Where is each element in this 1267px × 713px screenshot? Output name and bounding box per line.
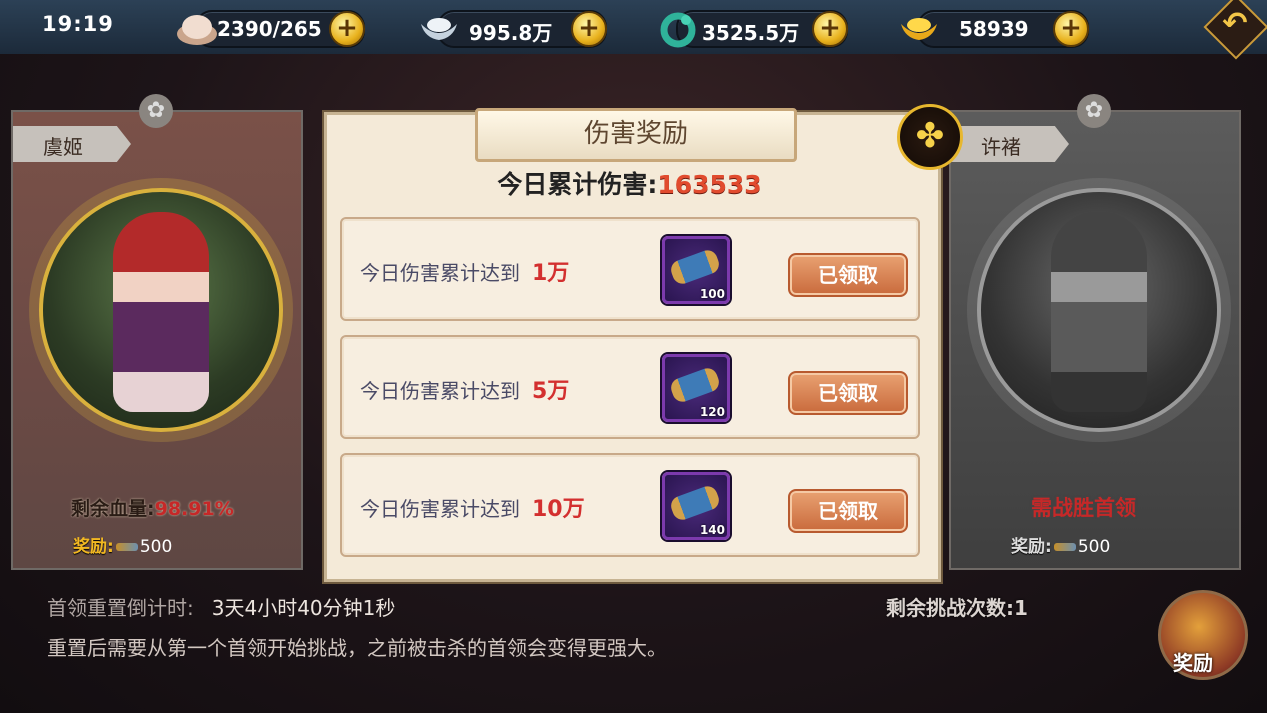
boss-name-tag: 许褚: [951, 126, 1069, 162]
reward-row: 今日伤害累计达到 10万 140 已领取: [340, 453, 920, 557]
gold-value: 58939: [959, 17, 1029, 41]
item-count: 100: [699, 287, 725, 301]
condition-amount: 1万: [532, 261, 570, 286]
boss-reward: 奖励: 500: [1011, 532, 1110, 557]
total-damage-value: 163533: [657, 170, 762, 199]
resource-silver: 995.8万 +: [421, 10, 607, 48]
silver-value: 995.8万: [469, 21, 553, 45]
item-count: 120: [699, 405, 725, 419]
boss-character-image: [1051, 212, 1147, 412]
add-gold-button[interactable]: +: [1053, 11, 1089, 47]
remaining-attempts: 剩余挑战次数:1: [886, 596, 1028, 620]
countdown-label: 首领重置倒计时:: [47, 596, 194, 620]
claimed-button[interactable]: 已领取: [788, 253, 908, 297]
condition-text: 今日伤害累计达到: [360, 379, 520, 403]
scroll-icon: [668, 365, 722, 405]
card-ornament-icon: ✿: [139, 94, 173, 128]
boss-portrait: [39, 188, 283, 432]
stamina-value: 2390/265: [217, 17, 322, 41]
clock: 19:19: [42, 12, 114, 36]
condition-amount: 5万: [532, 379, 570, 404]
boss-reward: 奖励: 500: [73, 532, 172, 557]
silver-ingot-icon: [417, 8, 461, 48]
boss-hp: 剩余血量:98.91%: [71, 494, 234, 521]
hp-label: 剩余血量:: [71, 498, 155, 520]
reward-value: 500: [1077, 537, 1111, 557]
item-count: 140: [699, 523, 725, 537]
scroll-icon: [668, 483, 722, 523]
reward-row: 今日伤害累计达到 1万 100 已领取: [340, 217, 920, 321]
condition-text: 今日伤害累计达到: [360, 261, 520, 285]
boss-name: 许褚: [981, 135, 1021, 159]
jade-value: 3525.5万: [702, 21, 800, 45]
countdown-value: 3天4小时40分钟1秒: [211, 596, 396, 620]
panel-title: 伤害奖励: [475, 108, 797, 162]
locked-requirement: 需战胜首领: [1031, 496, 1136, 520]
today-total-damage: 今日累计伤害:163533: [324, 165, 935, 201]
add-stamina-button[interactable]: +: [329, 11, 365, 47]
total-damage-label: 今日累计伤害:: [497, 170, 658, 199]
jade-dragon-icon: [656, 8, 700, 48]
condition-amount: 10万: [532, 497, 585, 522]
add-silver-button[interactable]: +: [571, 11, 607, 47]
condition-text: 今日伤害累计达到: [360, 497, 520, 521]
claimed-button[interactable]: 已领取: [788, 489, 908, 533]
scroll-icon: [115, 543, 138, 551]
reset-tip: 重置后需要从第一个首领开始挑战，之前被击杀的首领会变得更强大。: [47, 636, 667, 660]
back-arrow-icon[interactable]: ↶: [1218, 6, 1252, 42]
reward-button[interactable]: 奖励: [1158, 590, 1248, 680]
bun-icon: [175, 8, 219, 48]
add-jade-button[interactable]: +: [812, 11, 848, 47]
reward-value: 500: [139, 537, 173, 557]
reward-condition: 今日伤害累计达到 5万: [360, 373, 569, 405]
reset-countdown: 首领重置倒计时: 3天4小时40分钟1秒: [47, 592, 395, 621]
reward-label: 奖励:: [1011, 537, 1052, 557]
gold-ingot-icon: [897, 8, 941, 48]
reward-condition: 今日伤害累计达到 10万: [360, 491, 585, 523]
resource-stamina: 2390/265 +: [177, 10, 365, 48]
boss-card-xuchu[interactable]: ✿ 许褚 需战胜首领 奖励: 500: [949, 94, 1241, 570]
scroll-icon: [1053, 543, 1076, 551]
resource-jade: 3525.5万 +: [660, 10, 848, 48]
hp-value: 98.91%: [154, 498, 234, 520]
boss-character-image: [113, 212, 209, 412]
boss-name-tag: 虞姬: [13, 126, 131, 162]
reward-button-label: 奖励: [1173, 651, 1213, 675]
claimed-button[interactable]: 已领取: [788, 371, 908, 415]
boss-card-yuji[interactable]: ✿ 虞姬 剩余血量:98.91% 奖励: 500: [11, 94, 303, 570]
card-ornament-icon: ✿: [1077, 94, 1111, 128]
reward-condition: 今日伤害累计达到 1万: [360, 255, 569, 287]
reward-item-slot[interactable]: 120: [662, 354, 730, 422]
boss-portrait-locked: [977, 188, 1221, 432]
reward-row: 今日伤害累计达到 5万 120 已领取: [340, 335, 920, 439]
boss-name: 虞姬: [43, 135, 83, 159]
reward-item-slot[interactable]: 100: [662, 236, 730, 304]
scroll-icon: [668, 247, 722, 287]
close-panel-button[interactable]: ✤: [897, 104, 963, 170]
reward-label: 奖励:: [73, 537, 114, 557]
resource-gold: 58939 +: [901, 10, 1089, 48]
reward-item-slot[interactable]: 140: [662, 472, 730, 540]
